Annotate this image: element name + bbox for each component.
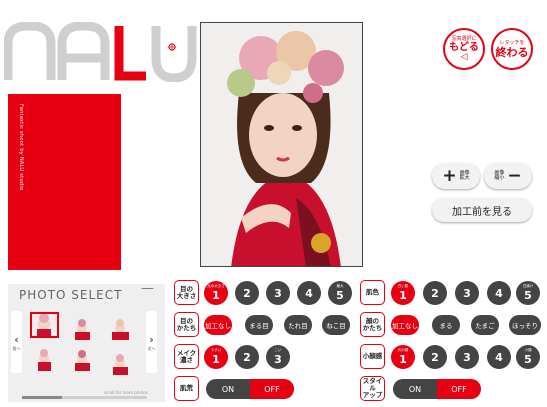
option-number: 3 <box>274 352 282 366</box>
zoom-out-button[interactable]: 画像 縮小 − <box>484 163 532 189</box>
zoom-in-button[interactable]: + 画像 拡大 <box>432 163 480 189</box>
style-up-label: スタイル アップ <box>360 376 385 401</box>
photo-thumbnail[interactable] <box>30 312 59 338</box>
face-shape-label: 顔の かたち <box>360 312 385 337</box>
face-shape-option-slim[interactable]: ほっそり <box>509 315 541 335</box>
finish-retouch-button[interactable]: レタッチを 終わる <box>491 28 533 70</box>
eye-shape-option-cat[interactable]: ねこ目 <box>322 315 350 335</box>
eye-shape-option-round[interactable]: まる目 <box>245 315 273 335</box>
blemish-on-button[interactable]: ON <box>206 379 250 399</box>
plus-icon: + <box>442 166 457 186</box>
back-triangle-icon: ◁ <box>460 51 468 62</box>
finish-button-sublabel: レタッチを <box>499 39 525 46</box>
eye-shape-label: 目の かたち <box>174 312 199 337</box>
face-size-option-3[interactable]: 3 <box>455 345 479 369</box>
makeup-option-3[interactable]: こい 3 <box>266 345 290 369</box>
photo-select-title: PHOTO SELECT <box>19 288 123 302</box>
zoom-in-label-2: 拡大 <box>459 175 470 181</box>
photo-scroll-hint: scroll for more photos <box>104 390 148 395</box>
photo-thumbnail[interactable] <box>108 318 133 340</box>
chevron-left-icon: ‹ <box>14 332 19 346</box>
back-to-select-button[interactable]: 写真選択に もどる ◁ <box>443 28 485 70</box>
photo-thumbnail[interactable] <box>70 318 95 340</box>
main-photo <box>200 22 363 267</box>
face-size-option-2[interactable]: 2 <box>423 345 447 369</box>
back-button-label: もどる <box>449 41 479 53</box>
eye-size-option-4[interactable]: 4 <box>297 281 321 305</box>
face-size-option-4[interactable]: 4 <box>487 345 511 369</box>
photo-next-button[interactable]: › 次へ <box>146 311 157 373</box>
skin-color-option-3[interactable]: 3 <box>455 281 479 305</box>
skin-color-option-5[interactable]: 日焼け 5 <box>516 281 540 305</box>
face-size-option-5[interactable]: 小顔 5 <box>516 345 540 369</box>
photo-next-label: 次へ <box>147 345 156 351</box>
eye-size-label: 目の 大きさ <box>174 280 199 305</box>
photo-scrollbar-thumb[interactable] <box>22 396 62 399</box>
style-up-on-button[interactable]: ON <box>393 379 437 399</box>
eye-size-option-3[interactable]: 3 <box>266 281 290 305</box>
skin-color-option-1[interactable]: 白い肌 1 <box>391 281 415 305</box>
photo-thumbnail[interactable] <box>108 353 133 375</box>
minus-icon: − <box>507 166 522 186</box>
option-number: 1 <box>399 288 407 302</box>
option-number: 1 <box>212 288 220 302</box>
style-up-off-button[interactable]: OFF <box>437 379 481 399</box>
photo-prev-label: 前へ <box>12 345 21 351</box>
makeup-option-1[interactable]: うすい 1 <box>204 345 228 369</box>
face-shape-option-egg[interactable]: たまご <box>471 315 499 335</box>
photo-prev-button[interactable]: ‹ 前へ <box>11 311 22 373</box>
eye-shape-option-none[interactable]: 加工なし <box>204 315 232 335</box>
blemish-off-button[interactable]: OFF <box>250 379 294 399</box>
eye-size-option-5[interactable]: 最大 5 <box>328 281 352 305</box>
zoom-out-label-2: 縮小 <box>494 175 505 181</box>
red-side-panel <box>8 94 121 270</box>
side-panel-text: Fantastic shoot by NALU studio <box>18 104 24 191</box>
option-number: 5 <box>524 288 532 302</box>
photo-thumbnail[interactable] <box>32 349 57 371</box>
face-shape-option-none[interactable]: 加工なし <box>391 315 419 335</box>
finish-button-label: 終わる <box>495 45 529 59</box>
option-number: 5 <box>524 352 532 366</box>
photo-thumbnail[interactable] <box>70 349 95 371</box>
skin-color-option-2[interactable]: 2 <box>423 281 447 305</box>
eye-size-option-1[interactable]: 元の大きさ 1 <box>204 281 228 305</box>
makeup-label: メイク 濃さ <box>174 344 199 369</box>
eye-shape-option-droopy[interactable]: たれ目 <box>284 315 312 335</box>
makeup-option-2[interactable]: 2 <box>235 345 259 369</box>
face-shape-option-round[interactable]: まる <box>432 315 460 335</box>
chevron-right-icon: › <box>149 332 154 346</box>
photo-select-collapse-button[interactable]: — <box>141 281 154 296</box>
back-button-sublabel: 写真選択に <box>451 35 477 42</box>
face-size-option-1[interactable]: 元の顔 1 <box>391 345 415 369</box>
face-size-label: 小顔感 <box>360 344 385 369</box>
skin-color-label: 肌色 <box>360 280 385 305</box>
eye-size-option-2[interactable]: 2 <box>235 281 259 305</box>
option-number: 5 <box>336 288 344 302</box>
option-number: 1 <box>212 352 220 366</box>
blemish-label: 肌荒 <box>174 376 199 401</box>
skin-color-option-4[interactable]: 4 <box>487 281 511 305</box>
nalu-logo <box>4 22 197 82</box>
view-before-button[interactable]: 加工前を見る <box>432 198 532 222</box>
option-number: 1 <box>399 352 407 366</box>
